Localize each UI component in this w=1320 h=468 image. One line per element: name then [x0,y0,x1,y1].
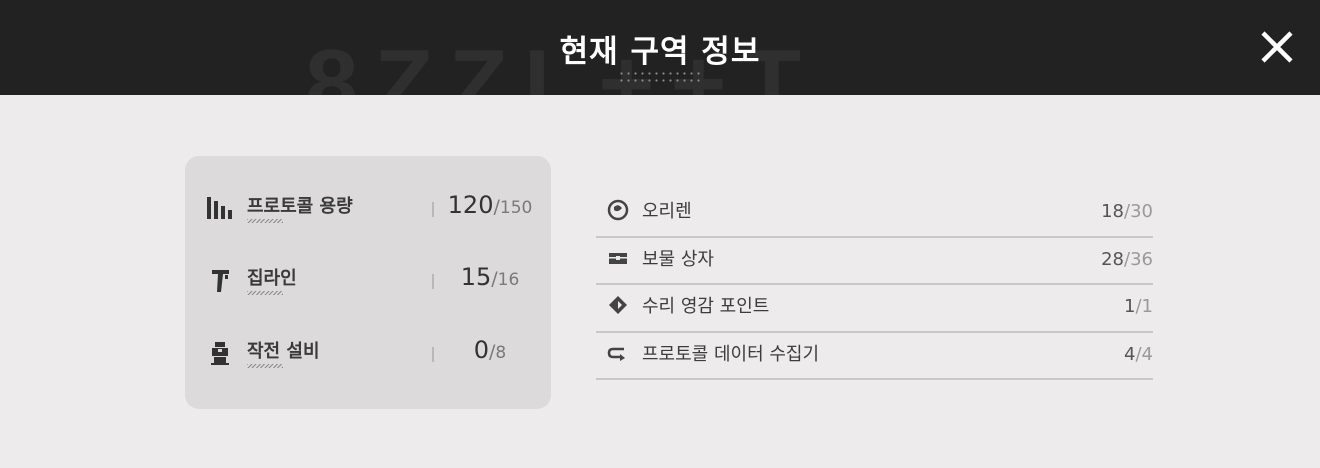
item-max: 30 [1130,201,1153,222]
equipment-icon [211,342,229,365]
list-item-label: 프로토콜 데이터 수집기 [642,343,820,365]
item-current: 28 [1101,248,1125,270]
zipline-icon [212,270,229,292]
stat-max: 8 [495,343,507,363]
list-item-orirene: 오리렌 18/30 [596,190,1153,238]
divider [432,202,434,217]
close-x-icon [1261,31,1293,63]
item-max: 4 [1141,343,1153,365]
stat-label: 프로토콜 용량 [247,196,353,217]
stat-value: 0/8 [440,336,540,364]
stat-current: 120 [447,191,494,219]
list-item-value: 1/1 [1124,296,1153,317]
collectibles-list: 오리렌 18/30 보물 상자 28/36 수리 영감 포인트 1/1 프로토콜… [596,190,1153,380]
list-item-value: 18/30 [1101,201,1153,222]
page-title: 현재 구역 정보 [559,34,761,70]
list-item-repair-inspiration: 수리 영감 포인트 1/1 [596,285,1153,333]
item-current: 1 [1124,296,1136,317]
header-bar: 8ZZL++T 현재 구역 정보 [0,0,1320,95]
item-max: 36 [1130,248,1153,270]
list-item-label: 오리렌 [642,201,692,222]
chest-icon [609,252,627,264]
bars-icon [207,197,232,219]
stat-max: 150 [499,198,533,218]
divider [432,347,434,362]
stat-row-zipline: 집라인 15/16 [185,257,551,307]
stat-current: 15 [460,263,492,291]
stat-value: 15/16 [440,263,540,291]
label-underline-decoration [247,219,283,223]
title-dots-decoration [618,70,704,84]
zone-stats-card: 프로토콜 용량 120/150 집라인 15/16 작전 설비 0/8 [185,156,551,409]
label-underline-decoration [247,291,283,295]
stat-row-operation-equipment: 작전 설비 0/8 [185,330,551,380]
stat-max: 16 [497,270,520,290]
item-max: 1 [1141,296,1153,317]
close-button[interactable] [1258,28,1296,66]
list-item-data-collector: 프로토콜 데이터 수집기 4/4 [596,333,1153,380]
collector-icon [607,347,625,361]
inspiration-icon [609,296,627,314]
list-item-treasure-chest: 보물 상자 28/36 [596,238,1153,285]
stat-value: 120/150 [440,191,540,219]
list-item-label: 수리 영감 포인트 [642,296,770,317]
item-current: 18 [1101,201,1125,222]
list-item-value: 28/36 [1101,249,1153,270]
item-current: 4 [1124,343,1136,365]
list-item-label: 보물 상자 [642,248,714,270]
label-underline-decoration [247,364,283,368]
stat-label: 집라인 [247,268,297,289]
stat-row-protocol-capacity: 프로토콜 용량 120/150 [185,185,551,235]
orirene-icon [607,199,629,221]
stat-current: 0 [473,336,490,364]
divider [432,274,434,289]
stat-label: 작전 설비 [247,341,320,362]
list-item-value: 4/4 [1124,344,1153,365]
